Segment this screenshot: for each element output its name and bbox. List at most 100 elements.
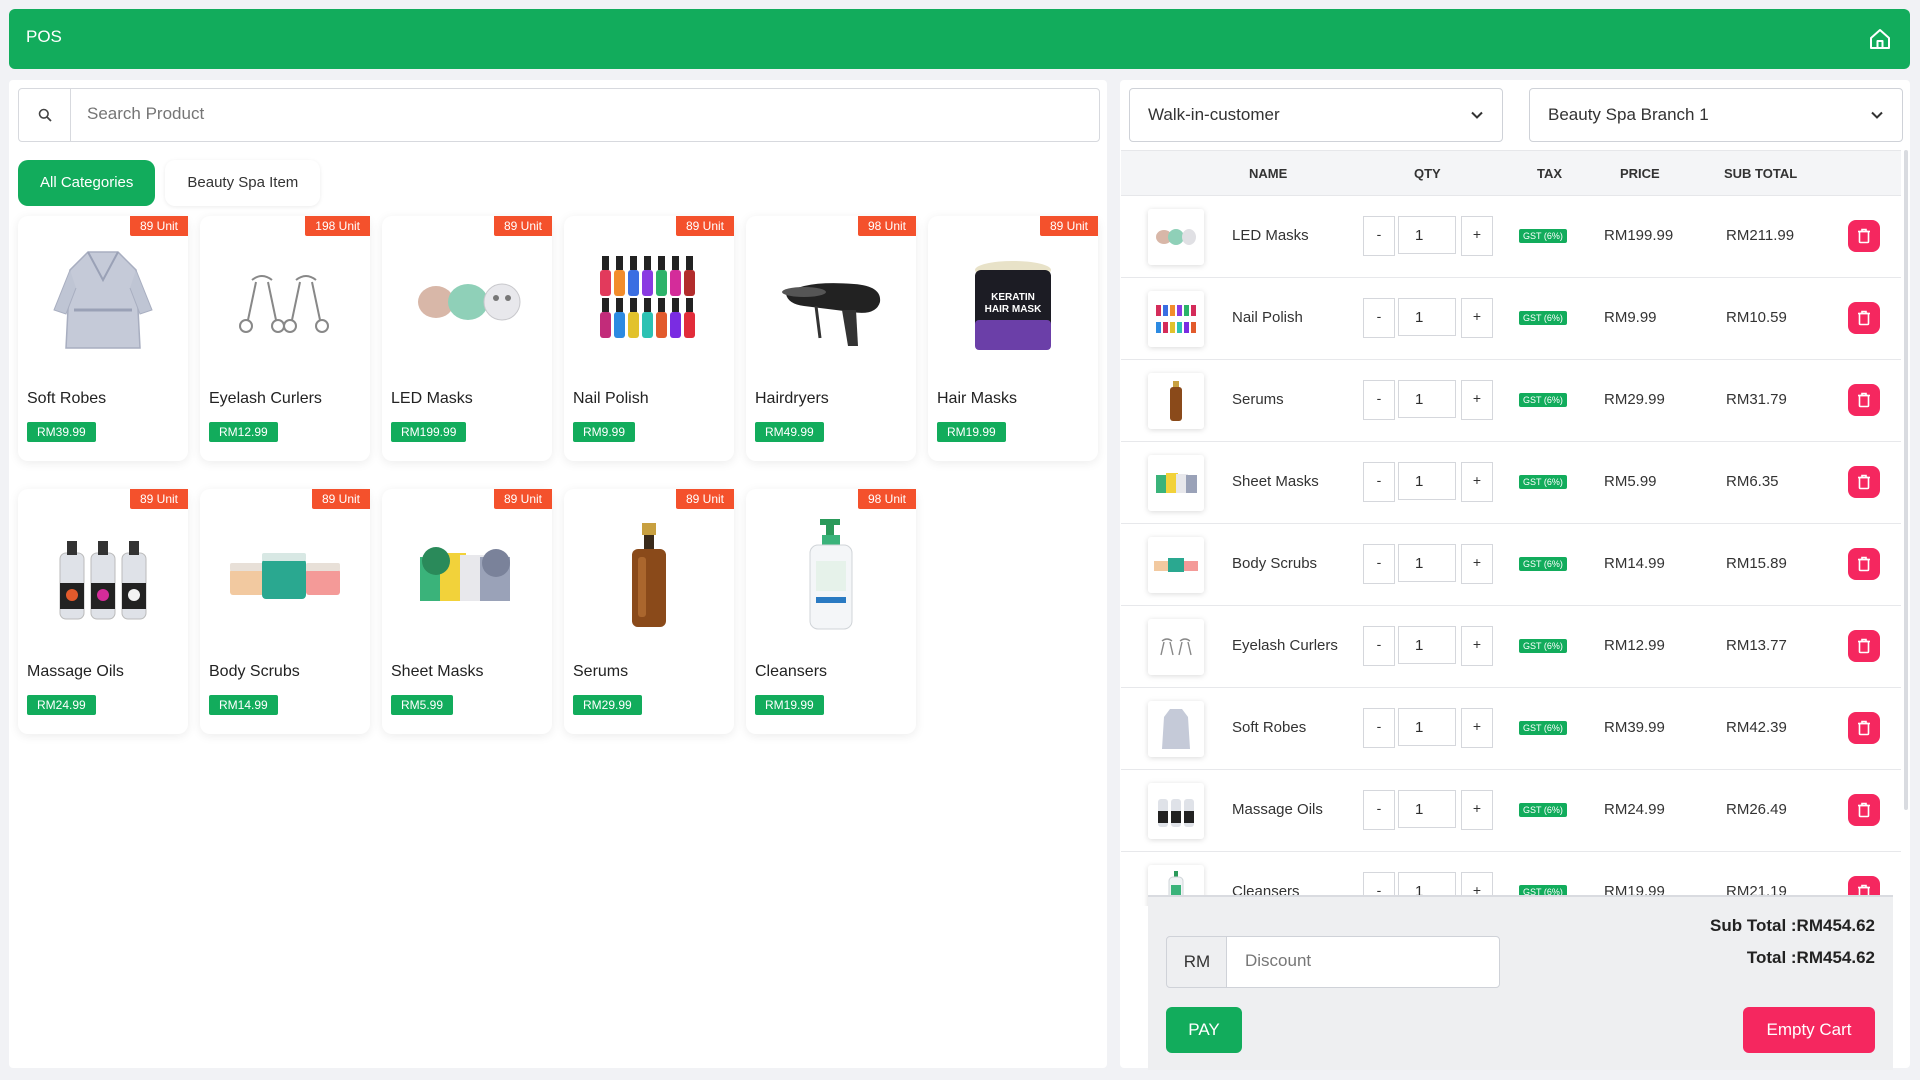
- product-price: RM39.99: [27, 422, 96, 442]
- product-card[interactable]: 89 Unit Nail Polish RM9.99: [564, 216, 734, 461]
- product-price: RM14.99: [209, 695, 278, 715]
- cart-item-name: Soft Robes: [1232, 719, 1307, 736]
- cart-row: Eyelash Curlers - 1 + GST (6%) RM12.99 R…: [1121, 605, 1901, 688]
- search-bar: [18, 88, 1113, 142]
- hairdryer-image: [782, 283, 881, 346]
- pay-button[interactable]: PAY: [1166, 1007, 1242, 1053]
- product-card[interactable]: 89 Unit Soft Robes RM39.99: [18, 216, 188, 461]
- column-price: PRICE: [1620, 166, 1660, 181]
- customer-select[interactable]: Walk-in-customer: [1129, 88, 1503, 142]
- product-card[interactable]: 89 Unit Massage Oils RM24.99: [18, 489, 188, 734]
- cart-row: Sheet Masks - 1 + GST (6%) RM5.99 RM6.35: [1121, 441, 1901, 524]
- delete-item-button[interactable]: [1848, 794, 1880, 826]
- increase-qty-button[interactable]: +: [1461, 708, 1493, 748]
- delete-item-button[interactable]: [1848, 220, 1880, 252]
- stock-badge: 89 Unit: [493, 489, 552, 509]
- product-card[interactable]: 198 Unit Eyelash Curlers RM12.99: [200, 216, 370, 461]
- qty-input[interactable]: 1: [1398, 790, 1456, 828]
- increase-qty-button[interactable]: +: [1461, 216, 1493, 256]
- trash-icon: [1858, 474, 1870, 490]
- qty-input[interactable]: 1: [1398, 298, 1456, 336]
- product-card[interactable]: 98 Unit Cleansers RM19.99: [746, 489, 916, 734]
- product-card[interactable]: 89 Unit LED Masks RM199.99: [382, 216, 552, 461]
- quantity-stepper: - 1 +: [1363, 380, 1493, 420]
- branch-select[interactable]: Beauty Spa Branch 1: [1529, 88, 1903, 142]
- decrease-qty-button[interactable]: -: [1363, 708, 1395, 748]
- cart-scrollbar[interactable]: [1904, 150, 1908, 810]
- qty-input[interactable]: 1: [1398, 708, 1456, 746]
- home-icon[interactable]: [1868, 27, 1892, 51]
- qty-input[interactable]: 1: [1398, 380, 1456, 418]
- empty-cart-button[interactable]: Empty Cart: [1743, 1007, 1875, 1053]
- soft-robe-image: [53, 251, 153, 349]
- product-card[interactable]: 89 Unit KERATIN HAIR MASK Hair Masks RM1…: [928, 216, 1098, 461]
- product-card[interactable]: 98 Unit Hairdryers RM49.99: [746, 216, 916, 461]
- tax-badge: GST (6%): [1519, 393, 1567, 407]
- cart-panel: Walk-in-customer Beauty Spa Branch 1 NAM…: [1120, 80, 1910, 1070]
- quantity-stepper: - 1 +: [1363, 298, 1493, 338]
- quantity-stepper: - 1 +: [1363, 626, 1493, 666]
- product-price: RM5.99: [391, 695, 454, 715]
- decrease-qty-button[interactable]: -: [1363, 298, 1395, 338]
- tax-badge: GST (6%): [1519, 557, 1567, 571]
- search-icon[interactable]: [19, 89, 71, 141]
- product-card[interactable]: 89 Unit Sheet Masks RM5.99: [382, 489, 552, 734]
- cart-item-subtotal: RM6.35: [1726, 473, 1779, 490]
- app-title: POS: [26, 27, 62, 46]
- column-subtotal: SUB TOTAL: [1724, 166, 1798, 181]
- category-beauty-spa-item[interactable]: Beauty Spa Item: [165, 160, 321, 206]
- trash-icon: [1858, 802, 1870, 818]
- led-mask-image: [418, 283, 521, 321]
- stock-badge: 89 Unit: [675, 216, 734, 236]
- increase-qty-button[interactable]: +: [1461, 790, 1493, 830]
- decrease-qty-button[interactable]: -: [1363, 790, 1395, 830]
- delete-item-button[interactable]: [1848, 466, 1880, 498]
- decrease-qty-button[interactable]: -: [1363, 380, 1395, 420]
- delete-item-button[interactable]: [1848, 384, 1880, 416]
- cart-item-thumbnail: [1148, 701, 1204, 757]
- delete-item-button[interactable]: [1848, 548, 1880, 580]
- decrease-qty-button[interactable]: -: [1363, 462, 1395, 502]
- product-card[interactable]: 89 Unit Body Scrubs RM14.99: [200, 489, 370, 734]
- product-name: Massage Oils: [27, 663, 124, 680]
- decrease-qty-button[interactable]: -: [1363, 216, 1395, 256]
- hair-mask-jar-image: KERATIN HAIR MASK: [975, 261, 1051, 350]
- qty-input[interactable]: 1: [1398, 544, 1456, 582]
- quantity-stepper: - 1 +: [1363, 544, 1493, 584]
- cart-row: Soft Robes - 1 + GST (6%) RM39.99 RM42.3…: [1121, 687, 1901, 770]
- cart-item-price: RM5.99: [1604, 473, 1657, 490]
- cart-item-price: RM24.99: [1604, 801, 1665, 818]
- product-name: Nail Polish: [573, 390, 649, 407]
- column-tax: TAX: [1537, 166, 1563, 181]
- qty-input[interactable]: 1: [1398, 462, 1456, 500]
- product-card[interactable]: 89 Unit Serums RM29.99: [564, 489, 734, 734]
- increase-qty-button[interactable]: +: [1461, 626, 1493, 666]
- customer-select-value: Walk-in-customer: [1148, 105, 1280, 124]
- delete-item-button[interactable]: [1848, 630, 1880, 662]
- delete-item-button[interactable]: [1848, 302, 1880, 334]
- chevron-down-icon: [1471, 111, 1483, 119]
- cart-item-thumbnail: [1148, 291, 1204, 347]
- stock-badge: 198 Unit: [305, 216, 370, 236]
- column-qty: QTY: [1414, 166, 1441, 181]
- product-price: RM24.99: [27, 695, 96, 715]
- cart-item-subtotal: RM211.99: [1726, 227, 1795, 244]
- increase-qty-button[interactable]: +: [1461, 298, 1493, 338]
- category-all[interactable]: All Categories: [18, 160, 156, 206]
- product-name: Serums: [573, 663, 629, 680]
- cart-item-thumbnail: [1148, 373, 1204, 429]
- decrease-qty-button[interactable]: -: [1363, 544, 1395, 584]
- delete-item-button[interactable]: [1848, 712, 1880, 744]
- cart-rows: LED Masks - 1 + GST (6%) RM199.99 RM211.…: [1121, 195, 1901, 906]
- cart-item-name: Body Scrubs: [1232, 555, 1318, 572]
- increase-qty-button[interactable]: +: [1461, 462, 1493, 502]
- increase-qty-button[interactable]: +: [1461, 380, 1493, 420]
- discount-input[interactable]: [1227, 937, 1513, 985]
- cleanser-bottle-image: [809, 519, 853, 630]
- increase-qty-button[interactable]: +: [1461, 544, 1493, 584]
- search-input[interactable]: [71, 89, 1113, 139]
- decrease-qty-button[interactable]: -: [1363, 626, 1395, 666]
- qty-input[interactable]: 1: [1398, 216, 1456, 254]
- qty-input[interactable]: 1: [1398, 626, 1456, 664]
- trash-icon: [1858, 392, 1870, 408]
